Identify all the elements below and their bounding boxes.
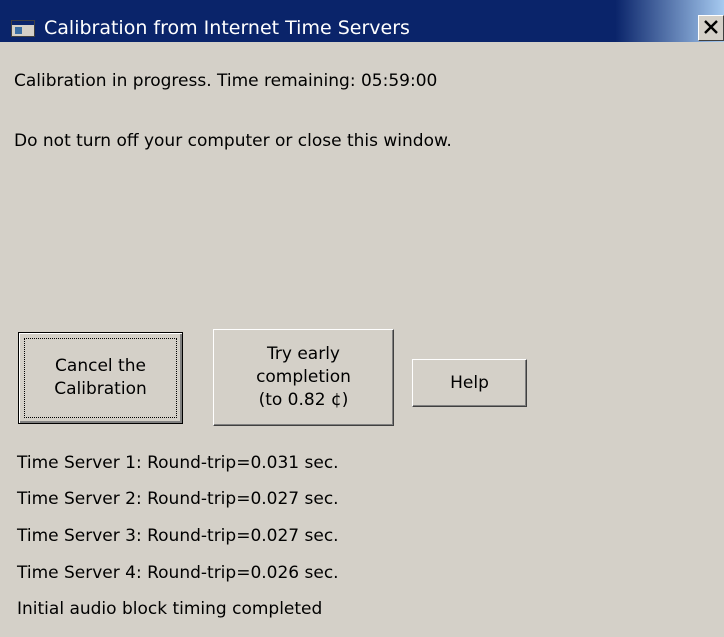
warning-text: Do not turn off your computer or close t… [14, 131, 452, 151]
title-bar[interactable]: Calibration from Internet Time Servers [0, 0, 724, 42]
window-title: Calibration from Internet Time Servers [44, 17, 410, 39]
window-icon [11, 20, 35, 37]
help-label: Help [450, 372, 489, 393]
try-early-completion-label: Try early completion (to 0.82 ¢) [256, 344, 351, 410]
status-line: Time Server 3: Round-trip=0.027 sec. [17, 526, 339, 546]
cancel-calibration-button[interactable]: Cancel the Calibration [18, 332, 183, 424]
close-button[interactable] [698, 15, 724, 41]
status-line: Time Server 2: Round-trip=0.027 sec. [17, 489, 339, 509]
help-button[interactable]: Help [412, 359, 527, 407]
close-icon [704, 20, 718, 34]
try-early-completion-button[interactable]: Try early completion (to 0.82 ¢) [213, 329, 394, 426]
calibration-dialog: Calibration from Internet Time Servers C… [0, 0, 724, 637]
progress-text: Calibration in progress. Time remaining:… [14, 71, 438, 91]
cancel-calibration-label: Cancel the Calibration [54, 356, 147, 399]
status-line: Time Server 1: Round-trip=0.031 sec. [17, 453, 339, 473]
status-line: Time Server 4: Round-trip=0.026 sec. [17, 563, 339, 583]
status-line: Initial audio block timing completed [17, 599, 323, 619]
